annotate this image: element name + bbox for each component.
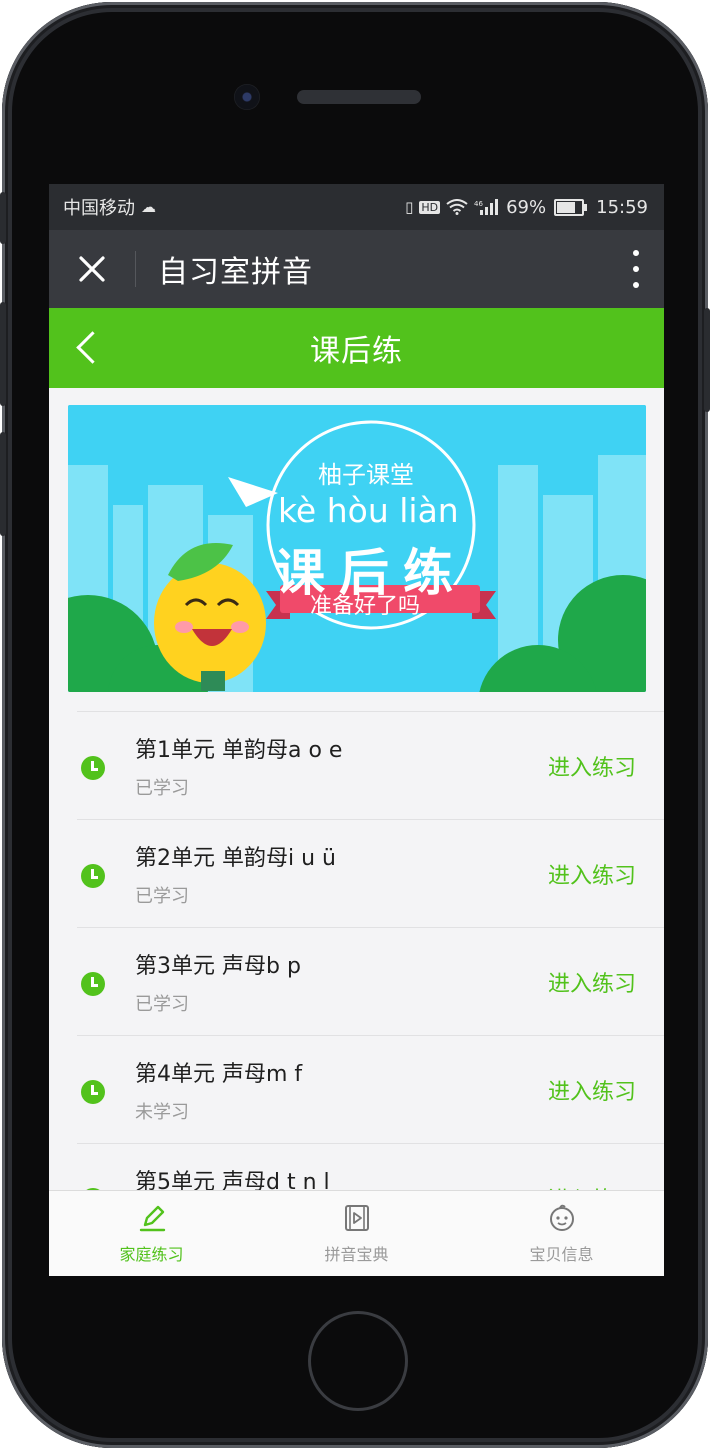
- clock-icon: [81, 972, 105, 996]
- cloud-icon: ☁: [141, 198, 156, 216]
- tab-label: 宝贝信息: [529, 1245, 594, 1264]
- page-title: 课后练: [310, 334, 403, 369]
- close-icon: [79, 256, 105, 282]
- bottom-tab-bar: 家庭练习 拼音宝典 宝贝信息: [49, 1190, 664, 1276]
- wechat-title: 自习室拼音: [158, 255, 313, 290]
- enter-practice-link[interactable]: 进入练习: [548, 750, 636, 782]
- carrier-name: 中国移动: [63, 198, 135, 219]
- banner-ribbon-text: 准备好了吗: [310, 594, 421, 619]
- battery-icon: [554, 198, 588, 216]
- clock-time: 15:59: [596, 196, 648, 218]
- hd-badge: HD: [419, 200, 441, 214]
- list-item[interactable]: 第4单元 声母m f 未学习 进入练习: [77, 1035, 664, 1143]
- svg-text:46: 46: [474, 200, 483, 208]
- tab-label: 拼音宝典: [324, 1245, 389, 1264]
- page-navbar: 课后练: [49, 308, 664, 388]
- tab-home-practice[interactable]: 家庭练习: [49, 1191, 254, 1276]
- signal-icon: 46: [474, 199, 499, 215]
- enter-practice-link[interactable]: 进入练习: [548, 858, 636, 890]
- tab-pinyin-dictionary[interactable]: 拼音宝典: [254, 1191, 459, 1276]
- clock-icon: [81, 1080, 105, 1104]
- enter-practice-link[interactable]: 进入练习: [548, 1074, 636, 1106]
- banner-brand: 柚子课堂: [318, 461, 414, 489]
- lesson-status: 已学习: [135, 994, 189, 1015]
- lesson-status: 已学习: [135, 778, 189, 799]
- more-options-button[interactable]: [632, 250, 640, 288]
- clock-icon: [81, 756, 105, 780]
- more-vertical-icon: [633, 250, 639, 256]
- back-chevron-icon[interactable]: [76, 331, 109, 364]
- clock-icon: [81, 864, 105, 888]
- wechat-header: 自习室拼音: [49, 230, 664, 308]
- wifi-icon: [446, 199, 468, 215]
- volume-down-button: [0, 432, 6, 536]
- header-divider: [135, 251, 136, 287]
- mute-switch: [0, 192, 6, 244]
- list-item[interactable]: 第3单元 声母b p 已学习 进入练习: [77, 927, 664, 1035]
- banner-pinyin: kè hòu liàn: [278, 491, 459, 530]
- pencil-icon: [139, 1205, 165, 1232]
- hero-banner: 柚子课堂 kè hòu liàn 课后练 准备好了吗: [68, 405, 646, 692]
- lesson-status: 未学习: [135, 1102, 189, 1123]
- tab-label: 家庭练习: [119, 1245, 184, 1264]
- power-button: [704, 308, 710, 412]
- baby-face-icon: [549, 1204, 574, 1231]
- lesson-title: 第3单元 声母b p: [135, 954, 301, 979]
- book-play-icon: [344, 1205, 369, 1231]
- vibrate-icon: ▯: [405, 198, 414, 216]
- lesson-title: 第2单元 单韵母i u ü: [135, 846, 336, 871]
- lesson-status: 已学习: [135, 886, 189, 907]
- home-button[interactable]: [311, 1314, 405, 1408]
- front-camera: [234, 84, 260, 110]
- earpiece-speaker: [297, 90, 421, 104]
- list-item[interactable]: 第1单元 单韵母a o e 已学习 进入练习: [77, 711, 664, 819]
- volume-up-button: [0, 302, 6, 406]
- lesson-title: 第1单元 单韵母a o e: [135, 738, 343, 763]
- status-bar: 中国移动 ☁ ▯ HD 46 69% 15:59: [49, 184, 664, 230]
- phone-screen: 中国移动 ☁ ▯ HD 46 69% 15:59 自习室拼音 课后练 柚子课堂 …: [49, 184, 664, 1276]
- lesson-title: 第4单元 声母m f: [135, 1062, 303, 1087]
- list-item[interactable]: 第2单元 单韵母i u ü 已学习 进入练习: [77, 819, 664, 927]
- close-button[interactable]: [49, 230, 135, 308]
- enter-practice-link[interactable]: 进入练习: [548, 966, 636, 998]
- tab-baby-info[interactable]: 宝贝信息: [459, 1191, 664, 1276]
- battery-percent: 69%: [506, 196, 547, 218]
